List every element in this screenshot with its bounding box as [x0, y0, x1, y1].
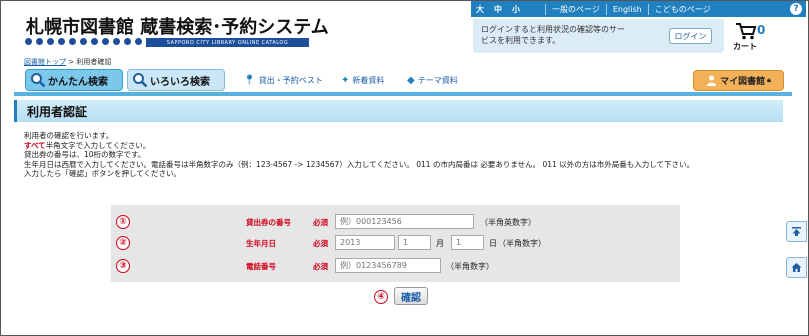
magnifier-icon	[31, 73, 46, 88]
utility-bar: 大 中 小 一般のページ English こどものページ ?	[471, 1, 806, 17]
breadcrumb-separator: >	[68, 58, 75, 66]
birth-year-input[interactable]	[335, 235, 395, 250]
nav-underline	[14, 92, 792, 96]
instructions: 利用者の確認を行います。 すべて半角文字で入力してください。 貸出券の番号は、1…	[24, 131, 784, 179]
cart-label: カート	[733, 42, 757, 51]
cart-count: 0	[757, 23, 766, 37]
person-icon	[707, 75, 717, 86]
help-icon[interactable]: ?	[790, 3, 802, 15]
cart-button[interactable]: 0 カート	[733, 22, 773, 54]
site-title[interactable]: 札幌市図書館 蔵書検索･予約システム	[26, 13, 329, 39]
card-number-label: 貸出券の番号	[246, 218, 291, 227]
pin-icon: 📍︎	[243, 75, 256, 86]
instruction-line: すべて半角文字で入力してください。	[24, 141, 784, 151]
birthdate-label: 生年月日	[246, 239, 276, 248]
instruction-emphasis: すべて	[24, 140, 46, 150]
nav-lending-best[interactable]: 📍︎ 貸出・予約ベスト	[243, 75, 323, 86]
required-badge: 必須	[313, 239, 328, 248]
card-number-row: ①	[116, 214, 130, 230]
instruction-line: 入力したら「確認」ボタンを押してください。	[24, 169, 182, 179]
login-button[interactable]: ログイン	[669, 28, 712, 44]
tab-advanced-search[interactable]: いろいろ検索	[127, 69, 225, 91]
english-link[interactable]: English	[607, 5, 648, 14]
text-size-large[interactable]: 大	[471, 4, 489, 15]
general-page-link[interactable]: 一般のページ	[546, 4, 606, 15]
step-number: ②	[116, 236, 130, 250]
nav-theme-items[interactable]: ◆ テーマ資料	[407, 75, 458, 86]
birthdate-hint: （半角数字）	[498, 239, 546, 248]
tab-my-library[interactable]: マイ図書館 🔒︎	[693, 70, 784, 91]
instruction-line: 生年月日は西暦で入力してください。電話番号は半角数字のみ（例：123-4567 …	[24, 159, 694, 169]
tag-icon: ◆	[407, 75, 415, 86]
logo-dots	[25, 38, 142, 45]
birth-day-input[interactable]	[451, 235, 484, 250]
kids-page-link[interactable]: こどものページ	[649, 4, 717, 15]
page-heading-bar: 利用者認証	[14, 100, 783, 122]
phone-input[interactable]	[335, 258, 441, 273]
phone-label: 電話番号	[246, 262, 276, 271]
day-unit: 日	[489, 239, 497, 248]
phone-hint: （半角数字）	[446, 262, 494, 271]
home-icon	[791, 263, 802, 272]
text-size-medium[interactable]: 中	[489, 4, 507, 15]
tab-easy-search-label: かんたん検索	[48, 76, 108, 88]
magnifier-icon	[133, 73, 148, 88]
month-unit: 月	[436, 239, 444, 248]
breadcrumb-home[interactable]: 図書館トップ	[24, 58, 66, 66]
nav-lending-best-label: 貸出・予約ベスト	[258, 76, 323, 85]
step-number: ①	[116, 215, 130, 229]
phone-row: ③	[116, 258, 130, 274]
home-button[interactable]	[786, 257, 807, 278]
card-number-hint: （半角英数字）	[480, 218, 536, 227]
instruction-line: 利用者の確認を行います。	[24, 131, 114, 140]
login-panel: ログインすると利用状況の確認等のサービスを利用できます。 ログイン	[473, 19, 724, 53]
instruction-text: 半角文字で入力してください。	[45, 140, 151, 150]
breadcrumb-current: 利用者確認	[76, 58, 112, 66]
nav-theme-items-label: テーマ資料	[417, 76, 458, 85]
arrow-up-icon	[792, 227, 801, 236]
tab-my-library-label: マイ図書館	[720, 77, 766, 87]
page-title: 利用者認証	[27, 105, 88, 119]
tab-easy-search[interactable]: かんたん検索	[25, 69, 123, 91]
instruction-line: 貸出券の番号は、10桁の数字です。	[24, 150, 146, 160]
required-badge: 必須	[313, 218, 328, 227]
sparkle-icon: ✦	[341, 75, 350, 86]
step-number: ③	[116, 259, 130, 273]
required-badge: 必須	[313, 262, 328, 271]
login-message: ログインすると利用状況の確認等のサービスを利用できます。	[481, 25, 625, 45]
birthdate-row: ②	[116, 235, 130, 251]
text-size-small[interactable]: 小	[507, 4, 525, 15]
confirm-button[interactable]: 確認	[394, 287, 428, 305]
birth-month-input[interactable]	[398, 235, 431, 250]
step-number: ④	[374, 290, 388, 304]
card-number-input[interactable]	[335, 214, 474, 229]
site-subtitle: SAPPORO CITY LIBRARY ONLINE CATALOG	[146, 38, 309, 47]
nav-new-items[interactable]: ✦ 新着資料	[341, 75, 384, 86]
scroll-top-button[interactable]	[786, 221, 807, 242]
cart-icon	[736, 23, 757, 40]
tab-advanced-search-label: いろいろ検索	[150, 76, 210, 88]
nav-new-items-label: 新着資料	[352, 76, 385, 85]
lock-icon: 🔒︎	[767, 76, 771, 84]
breadcrumb: 図書館トップ > 利用者確認	[24, 57, 111, 67]
